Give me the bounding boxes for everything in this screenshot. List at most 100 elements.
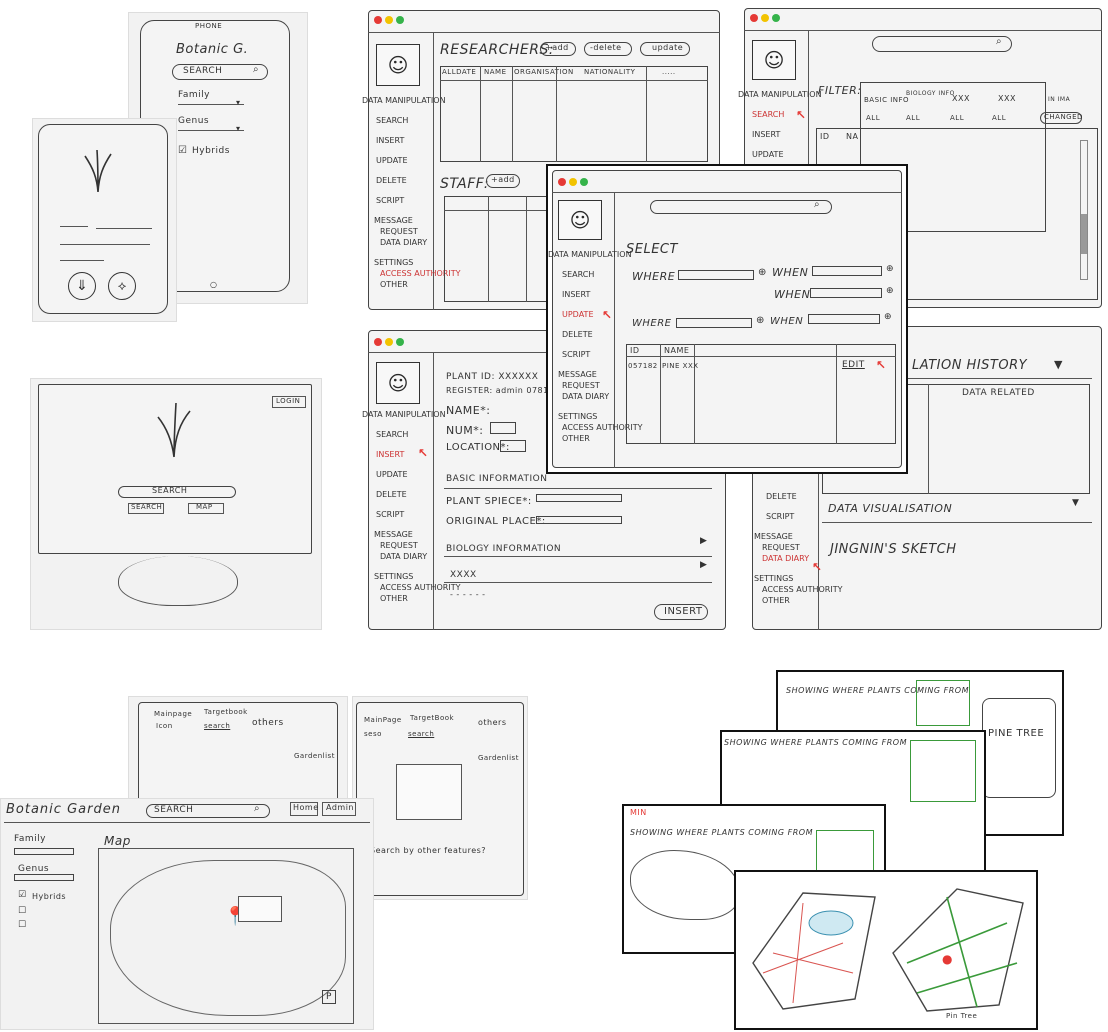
filter-in-ima: IN IMA bbox=[1048, 96, 1071, 103]
location-input[interactable] bbox=[500, 440, 526, 452]
sidebar-item-search[interactable]: SEARCH bbox=[562, 270, 642, 279]
play-icon[interactable]: ▶ bbox=[700, 560, 707, 570]
checkbox-icon[interactable]: ☐ bbox=[18, 906, 27, 916]
plus-icon[interactable]: ⊕ bbox=[884, 312, 892, 322]
filter-option[interactable]: ALL bbox=[992, 114, 1006, 122]
filter-col: BIOLOGY INFO bbox=[906, 90, 955, 97]
share-icon[interactable]: ⟡ bbox=[108, 272, 136, 300]
num-label: NUM*: bbox=[446, 424, 484, 437]
xxx-section[interactable]: XXXX bbox=[450, 570, 477, 580]
map-mark: MIN bbox=[630, 808, 647, 817]
garden-map-left bbox=[742, 882, 880, 1016]
sidebar-item-update[interactable]: UPDATE bbox=[752, 150, 822, 159]
plus-icon[interactable]: ⊕ bbox=[886, 286, 894, 296]
avatar: ☺ bbox=[752, 40, 796, 80]
map-genus-dropdown[interactable] bbox=[14, 874, 74, 881]
sidebar: DATA MANIPULATION SEARCH INSERT UPDATE bbox=[738, 90, 822, 170]
chevron-down-icon: ▾ bbox=[236, 124, 241, 133]
sidebar-item-other[interactable]: OTHER bbox=[762, 596, 842, 605]
when-dropdown-2[interactable] bbox=[810, 288, 882, 298]
when-dropdown[interactable] bbox=[812, 266, 882, 276]
map-family-dropdown[interactable] bbox=[14, 848, 74, 855]
table-header-line bbox=[444, 210, 554, 211]
phone-search-label: SEARCH bbox=[183, 66, 223, 76]
visualisation-title: DATA VISUALISATION bbox=[828, 502, 953, 515]
when-dropdown-3[interactable] bbox=[808, 314, 880, 324]
map-hybrids-label: Hybrids bbox=[32, 892, 67, 901]
sidebar-item-access[interactable]: ACCESS AUTHORITY bbox=[762, 585, 842, 594]
desktop-search-label: SEARCH bbox=[152, 486, 188, 495]
phone-genus-label: Genus bbox=[178, 116, 210, 126]
filter-option[interactable]: ALL bbox=[866, 114, 880, 122]
section-line bbox=[444, 556, 712, 557]
where-label: WHERE bbox=[632, 270, 676, 283]
scrollbar-thumb[interactable] bbox=[1081, 214, 1087, 254]
where-dropdown[interactable] bbox=[678, 270, 754, 280]
nav-item[interactable]: Mainpage bbox=[154, 710, 192, 718]
edit-link[interactable]: EDIT bbox=[842, 360, 865, 370]
nav-item[interactable]: others bbox=[478, 718, 506, 727]
sidebar-item-delete[interactable]: DELETE bbox=[562, 330, 642, 339]
basic-info-section[interactable]: BASIC INFORMATION bbox=[446, 474, 547, 484]
sidebar-item-search[interactable]: SEARCH bbox=[752, 110, 822, 119]
play-icon[interactable]: ▶ bbox=[700, 536, 707, 546]
nav-item[interactable]: Icon bbox=[156, 722, 173, 730]
col-header: ORGANISATION bbox=[514, 68, 574, 76]
when-label-2: WHEN bbox=[774, 288, 811, 301]
nav-item[interactable]: MainPage bbox=[364, 716, 402, 724]
nav-item[interactable]: seso bbox=[364, 730, 382, 738]
checkbox-icon[interactable]: ☐ bbox=[18, 920, 27, 930]
select-label: SELECT bbox=[626, 242, 678, 257]
col-divider bbox=[928, 384, 929, 494]
nav-item[interactable]: Targetbook bbox=[204, 708, 248, 716]
plus-icon[interactable]: ⊕ bbox=[756, 315, 765, 326]
sidebar-item-insert[interactable]: INSERT bbox=[752, 130, 822, 139]
phone-genus-dropdown[interactable] bbox=[178, 130, 244, 131]
nav-item[interactable]: search bbox=[408, 730, 434, 738]
table-header-line bbox=[626, 356, 896, 357]
delete-label: -delete bbox=[590, 43, 622, 52]
window-controls bbox=[558, 178, 588, 186]
col-divider bbox=[646, 66, 647, 162]
origin-dropdown[interactable] bbox=[536, 516, 622, 524]
cursor-arrow: ↖ bbox=[602, 308, 613, 322]
home-button-icon[interactable]: ○ bbox=[210, 280, 217, 289]
checkbox-icon[interactable]: ☑ bbox=[18, 890, 27, 900]
add-label: +add bbox=[545, 43, 569, 52]
plus-icon[interactable]: ⊕ bbox=[758, 267, 767, 278]
scrollbar[interactable] bbox=[1080, 140, 1088, 280]
checkbox-icon[interactable]: ☑ bbox=[178, 145, 187, 156]
nav-item[interactable]: others bbox=[252, 718, 284, 728]
dashes: - - - - - - bbox=[450, 590, 486, 599]
num-input[interactable] bbox=[490, 422, 516, 434]
plus-icon[interactable]: ⊕ bbox=[886, 264, 894, 274]
col-id: ID bbox=[630, 346, 640, 355]
nav-item[interactable]: TargetBook bbox=[410, 714, 454, 722]
chevron-down-icon[interactable]: ▼ bbox=[1072, 498, 1079, 508]
phone-family-dropdown[interactable] bbox=[178, 104, 244, 105]
col-header: ..... bbox=[662, 68, 676, 76]
species-dropdown[interactable] bbox=[536, 494, 622, 502]
sidebar-item-other[interactable]: OTHER bbox=[380, 594, 460, 603]
filter-search-bar[interactable] bbox=[872, 36, 1012, 52]
select-search-bar[interactable] bbox=[650, 200, 832, 214]
phone-hybrids-label: Hybrids bbox=[192, 146, 230, 156]
sidebar-section-settings: SETTINGS bbox=[374, 572, 414, 581]
filter-option[interactable]: ALL bbox=[950, 114, 964, 122]
map-pin-icon[interactable]: ● bbox=[942, 952, 953, 966]
sidebar-item-insert[interactable]: INSERT bbox=[562, 290, 642, 299]
biology-section[interactable]: BIOLOGY INFORMATION bbox=[446, 544, 561, 554]
filter-option[interactable]: ALL bbox=[906, 114, 920, 122]
plant-icon bbox=[152, 400, 196, 460]
filter-label: FILTER: bbox=[818, 84, 862, 97]
species-label: PLANT SPIECE*: bbox=[446, 496, 532, 507]
section-line bbox=[822, 522, 1092, 523]
download-icon[interactable]: ⇓ bbox=[68, 272, 96, 300]
where-dropdown-2[interactable] bbox=[676, 318, 752, 328]
tree-label: Pin Tree bbox=[946, 1012, 978, 1020]
chevron-down-icon[interactable]: ▼ bbox=[1054, 358, 1063, 371]
garden-list: Gardenlist bbox=[294, 752, 335, 760]
nav-item[interactable]: search bbox=[204, 722, 230, 730]
map-popup bbox=[238, 896, 282, 922]
sidebar-item-access[interactable]: ACCESS AUTHORITY bbox=[380, 583, 460, 592]
